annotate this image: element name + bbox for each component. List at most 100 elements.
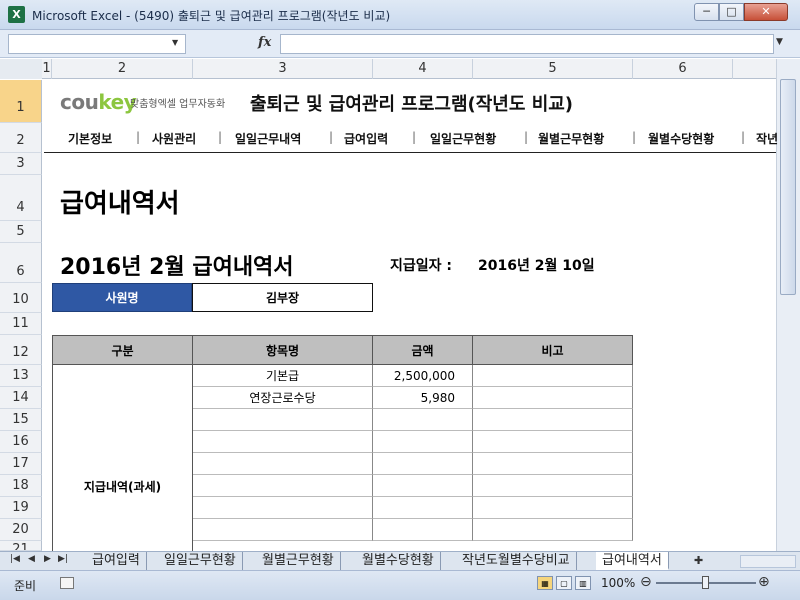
table-amount-cell[interactable] <box>373 475 473 497</box>
employee-name-label: 사원명 <box>52 283 192 312</box>
row-header[interactable]: 18 <box>0 475 42 497</box>
table-item-cell[interactable] <box>193 431 373 453</box>
excel-icon[interactable]: X <box>8 6 25 23</box>
sheet-tab-active[interactable]: 급여내역서 <box>596 552 669 570</box>
zoom-level[interactable]: 100% <box>601 576 635 590</box>
pay-date-label: 지급일자 : <box>390 258 452 274</box>
pay-date-value: 2016년 2월 10일 <box>478 258 595 274</box>
nav-item-salary-input[interactable]: 급여입력 <box>344 130 388 147</box>
sheet-tab[interactable]: 급여입력 <box>86 552 147 570</box>
table-amount-cell[interactable] <box>373 409 473 431</box>
sheet-tab[interactable]: 작년도월별수당비교 <box>456 552 577 570</box>
expand-formula-icon[interactable]: ▼ <box>776 37 783 47</box>
table-note-cell[interactable] <box>473 387 633 409</box>
table-amount-cell[interactable] <box>373 453 473 475</box>
nav-item-employee-management[interactable]: 사원관리 <box>152 130 196 147</box>
column-header[interactable]: 6 <box>633 59 733 79</box>
sheet-tab-bar: |◀ ◀ ▶ ▶| 급여입력 일일근무현황 월별근무현황 월별수당현황 작년도월… <box>0 551 800 570</box>
normal-view-icon[interactable]: ▦ <box>537 576 553 590</box>
column-header[interactable]: 4 <box>373 59 473 79</box>
table-note-cell[interactable] <box>473 431 633 453</box>
status-bar: 준비 ▦ ▢ ▥ 100% ⊖ ⊕ <box>0 570 800 600</box>
table-note-cell[interactable] <box>473 453 633 475</box>
select-all-corner[interactable] <box>0 59 42 79</box>
row-header[interactable]: 15 <box>0 409 42 431</box>
nav-item-basic-info[interactable]: 기본정보 <box>68 130 112 147</box>
table-amount-cell[interactable]: 5,980 <box>373 387 473 409</box>
table-amount-cell[interactable] <box>373 497 473 519</box>
table-item-cell[interactable] <box>193 409 373 431</box>
table-item-cell[interactable] <box>193 519 373 541</box>
nav-item-last-year[interactable]: 작년 <box>756 130 778 147</box>
vertical-scrollbar[interactable] <box>776 59 800 551</box>
table-note-cell[interactable] <box>473 409 633 431</box>
row-header[interactable]: 12 <box>0 335 42 365</box>
row-header[interactable]: 5 <box>0 221 42 243</box>
sheet-tab[interactable]: 월별근무현황 <box>256 552 341 570</box>
table-note-cell[interactable] <box>473 519 633 541</box>
nav-item-daily-work-log[interactable]: 일일근무내역 <box>235 130 301 147</box>
page-layout-view-icon[interactable]: ▢ <box>556 576 572 590</box>
row-header[interactable]: 1 <box>0 80 42 123</box>
next-sheet-icon[interactable]: ▶ <box>44 554 51 564</box>
title-bar: X Microsoft Excel - (5490) 출퇴근 및 급여관리 프로… <box>0 0 800 30</box>
page-break-view-icon[interactable]: ▥ <box>575 576 591 590</box>
table-note-cell[interactable] <box>473 475 633 497</box>
row-header[interactable]: 19 <box>0 497 42 519</box>
row-header[interactable]: 2 <box>0 123 42 153</box>
column-header[interactable]: 3 <box>193 59 373 79</box>
table-item-cell[interactable] <box>193 475 373 497</box>
row-header[interactable]: 6 <box>0 243 42 283</box>
row-header[interactable]: 13 <box>0 365 42 387</box>
scrollbar-thumb[interactable] <box>780 79 796 295</box>
nav-separator: | <box>632 130 637 144</box>
category-cell[interactable] <box>52 365 193 551</box>
table-amount-cell[interactable] <box>373 431 473 453</box>
horizontal-scrollbar[interactable] <box>740 555 796 568</box>
column-header[interactable]: 5 <box>473 59 633 79</box>
prev-sheet-icon[interactable]: ◀ <box>28 554 35 564</box>
table-item-cell[interactable] <box>193 497 373 519</box>
navigation-menu: 기본정보 | 사원관리 | 일일근무내역 | 급여입력 | 일일근무현황 | 월… <box>44 124 778 153</box>
column-header[interactable]: 1 <box>42 59 52 79</box>
nav-item-daily-work-status[interactable]: 일일근무현황 <box>430 130 496 147</box>
table-item-cell[interactable]: 연장근로수당 <box>193 387 373 409</box>
row-header[interactable]: 20 <box>0 519 42 541</box>
table-header-note: 비고 <box>472 335 633 365</box>
sheet-tab[interactable]: 일일근무현황 <box>158 552 243 570</box>
nav-item-monthly-allowance-status[interactable]: 월별수당현황 <box>648 130 714 147</box>
row-header[interactable]: 16 <box>0 431 42 453</box>
nav-item-monthly-work-status[interactable]: 월별근무현황 <box>538 130 604 147</box>
last-sheet-icon[interactable]: ▶| <box>58 554 68 564</box>
table-item-cell[interactable] <box>193 453 373 475</box>
zoom-slider-thumb[interactable] <box>702 576 709 589</box>
table-note-cell[interactable] <box>473 365 633 387</box>
row-header[interactable]: 17 <box>0 453 42 475</box>
name-box[interactable] <box>8 34 186 54</box>
insert-sheet-icon[interactable]: ✚ <box>694 554 703 567</box>
column-header[interactable]: 2 <box>52 59 193 79</box>
formula-input[interactable] <box>280 34 774 54</box>
zoom-in-icon[interactable]: ⊕ <box>758 574 770 590</box>
row-header[interactable]: 3 <box>0 153 42 175</box>
minimize-button[interactable]: ─ <box>694 3 719 21</box>
pay-slip-title: 2016년 2월 급여내역서 <box>60 255 294 280</box>
close-button[interactable]: ✕ <box>744 3 788 21</box>
table-amount-cell[interactable]: 2,500,000 <box>373 365 473 387</box>
table-item-cell[interactable]: 기본급 <box>193 365 373 387</box>
row-header[interactable]: 21 <box>0 541 42 551</box>
row-header[interactable]: 14 <box>0 387 42 409</box>
row-header[interactable]: 10 <box>0 283 42 313</box>
row-header[interactable]: 4 <box>0 175 42 221</box>
macro-record-icon[interactable] <box>60 577 74 589</box>
function-icon[interactable]: fx <box>258 35 271 50</box>
sheet-tab[interactable]: 월별수당현황 <box>356 552 441 570</box>
employee-name-select[interactable]: 김부장 <box>192 283 373 312</box>
chevron-down-icon[interactable]: ▼ <box>172 38 178 47</box>
zoom-out-icon[interactable]: ⊖ <box>640 574 652 590</box>
table-amount-cell[interactable] <box>373 519 473 541</box>
first-sheet-icon[interactable]: |◀ <box>10 554 20 564</box>
row-header[interactable]: 11 <box>0 313 42 335</box>
table-note-cell[interactable] <box>473 497 633 519</box>
maximize-button[interactable]: □ <box>719 3 744 21</box>
